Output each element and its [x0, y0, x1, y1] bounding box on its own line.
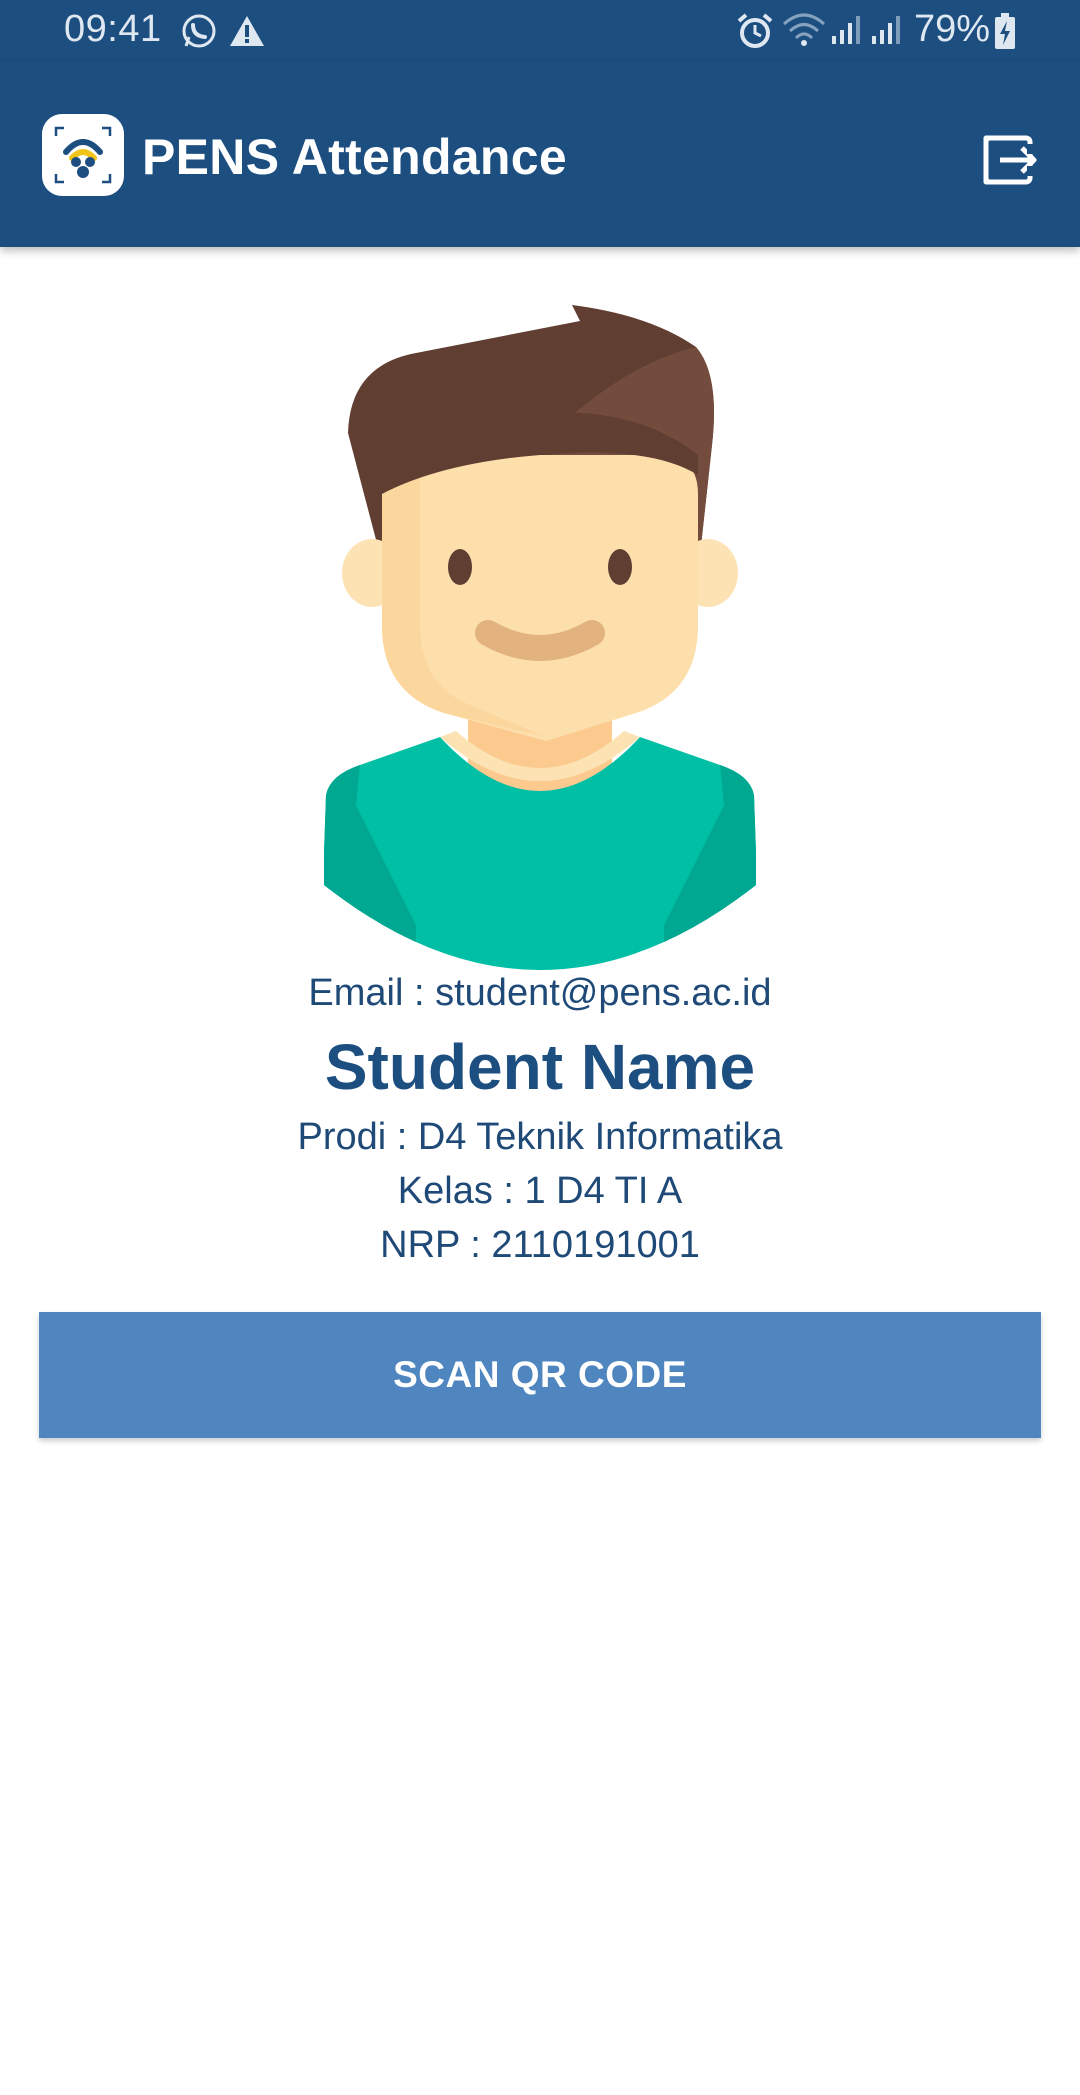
screen: 09:41 79% PENS Attendance Email: studen… — [0, 0, 1080, 2095]
status-bar: 09:41 79% — [0, 0, 1080, 62]
battery-charging-icon — [994, 12, 1016, 55]
status-time: 09:41 — [64, 8, 162, 50]
alarm-icon — [736, 12, 774, 55]
kelas-text: Kelas : 1 D4 TI A — [397, 1170, 683, 1212]
email-text: Email : student@pens.ac.id — [308, 972, 772, 1014]
logout-button[interactable] — [978, 130, 1038, 190]
signal-icon — [870, 14, 904, 51]
signal-icon — [830, 14, 864, 51]
battery-level: 79% — [914, 8, 991, 50]
avatar — [320, 305, 760, 970]
nrp-text: NRP : 2110191001 — [380, 1224, 700, 1266]
app-title: PENS Attendance — [142, 129, 567, 185]
warning-icon — [228, 14, 266, 53]
student-name: Student Name — [324, 1031, 756, 1103]
whatsapp-icon — [180, 12, 218, 55]
app-logo — [42, 114, 124, 196]
wifi-icon — [782, 12, 826, 53]
logout-icon — [983, 135, 1037, 185]
scan-qr-button[interactable]: SCAN QR CODE — [39, 1312, 1041, 1438]
app-bar: PENS Attendance — [0, 62, 1080, 247]
prodi-text: Prodi : D4 Teknik Informatika — [297, 1116, 783, 1158]
